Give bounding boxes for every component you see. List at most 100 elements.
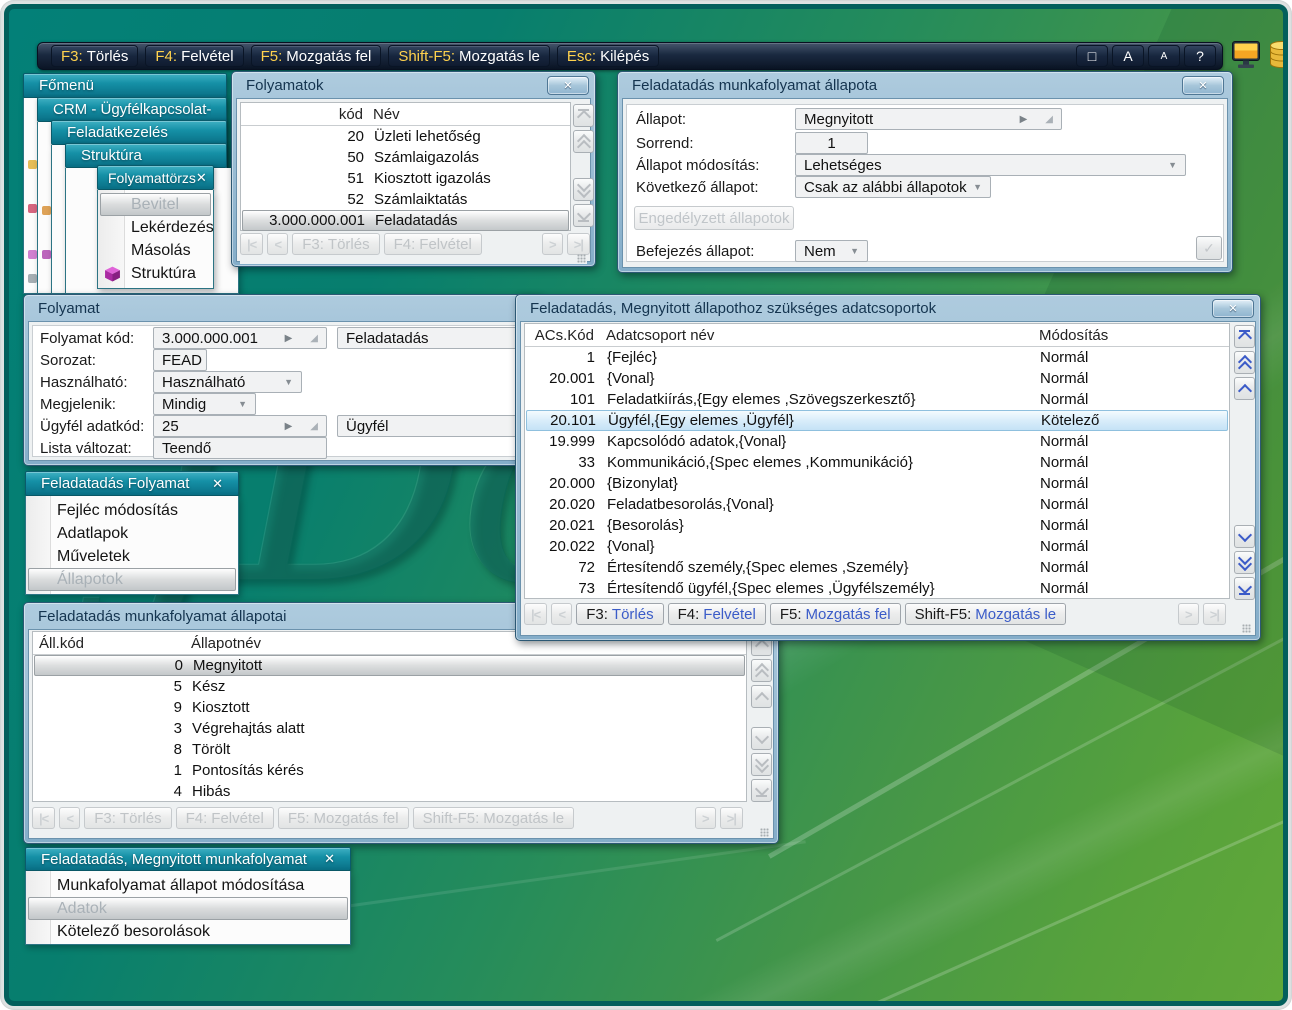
scroll-up-button[interactable]	[751, 685, 772, 708]
confirm-check-button[interactable]: ✓	[1196, 236, 1222, 260]
dropdown-allapot-modositas[interactable]: Lehetséges ▼	[795, 154, 1186, 176]
help-icon[interactable]: ?	[1184, 45, 1216, 67]
field-folyamat-kod[interactable]: 3.000.000.001 ▶ ◢	[153, 327, 327, 349]
menu-item[interactable]: Adatok	[28, 897, 348, 920]
next-record-button[interactable]: >	[1178, 603, 1199, 625]
table-row[interactable]: 19.999 Kapcsolódó adatok,{Vonal} Normál	[525, 431, 1229, 452]
prev-record-button[interactable]: <	[59, 807, 80, 829]
maximize-icon[interactable]: □	[1076, 45, 1108, 67]
field-folyamat-nev[interactable]: Feladatadás	[337, 327, 532, 349]
close-icon[interactable]: ✕	[324, 851, 335, 867]
pager-action-button[interactable]: F5:Mozgatás fel	[770, 603, 901, 625]
table-row[interactable]: 20.021 {Besorolás} Normál	[525, 515, 1229, 536]
menu-item[interactable]: Munkafolyamat állapot módosítása	[28, 874, 348, 897]
table-row[interactable]: 20.000 {Bizonylat} Normál	[525, 473, 1229, 494]
pager-action-button[interactable]: Shift-F5:Mozgatás le	[413, 807, 575, 829]
field-lista-valtozat[interactable]: Teendő	[153, 437, 327, 459]
table-row[interactable]: 52 Számlaiktatás	[241, 189, 570, 210]
table-row[interactable]: 50 Számlaigazolás	[241, 147, 570, 168]
menu-item[interactable]: Lekérdezés	[100, 216, 211, 239]
table-row[interactable]: 3.000.000.001 Feladatadás	[242, 210, 569, 231]
first-record-button[interactable]: |<	[32, 807, 55, 829]
table-row[interactable]: 5 Kész	[33, 676, 746, 697]
menu-item[interactable]: Kötelező besorolások	[28, 920, 348, 943]
resize-grip[interactable]	[760, 828, 769, 837]
shortcut-button[interactable]: Esc: Kilépés	[557, 45, 659, 67]
menu-titlebar-megnyitott-munkafolyamat[interactable]: Feladatadás, Megnyitott munkafolyamat ✕	[25, 847, 351, 871]
close-icon[interactable]: ✕	[1182, 76, 1224, 95]
menu-titlebar-crm[interactable]: CRM - Ügyfélkapcsolat-kezelé	[37, 97, 227, 122]
menu-item[interactable]: Fejléc módosítás	[28, 499, 236, 522]
window-titlebar[interactable]: Feladatadás munkafolyamat állapota	[618, 72, 1232, 98]
window-titlebar[interactable]: Folyamat	[24, 295, 540, 321]
scroll-bottom-button[interactable]	[573, 204, 594, 227]
table-row[interactable]: 0 Megnyitott	[34, 655, 745, 676]
table-row[interactable]: 72 Értesítendő személy,{Spec elemes ,Sze…	[525, 557, 1229, 578]
dropdown-hasznalhato[interactable]: Használható ▼	[153, 371, 302, 393]
lookup-arrow-icon[interactable]: ▶	[285, 421, 293, 432]
monitor-icon[interactable]	[1231, 40, 1261, 69]
font-decrease-icon[interactable]: A	[1148, 45, 1180, 67]
last-record-button[interactable]: >|	[567, 233, 590, 255]
lookup-arrow-icon[interactable]: ▶	[285, 333, 293, 344]
menu-item[interactable]: Állapotok	[28, 568, 236, 591]
scroll-top-button[interactable]	[573, 104, 594, 127]
table-row[interactable]: 73 Értesítendő ügyfél,{Spec elemes ,Ügyf…	[525, 578, 1229, 599]
scroll-page-down-button[interactable]	[1234, 551, 1255, 574]
field-ugyfel-adatkod[interactable]: 25 ▶ ◢	[153, 415, 327, 437]
next-record-button[interactable]: >	[542, 233, 563, 255]
resize-grip[interactable]	[1242, 624, 1251, 633]
lookup-arrow-icon[interactable]: ▶	[1020, 114, 1028, 125]
table-row[interactable]: 4 Hibás	[33, 781, 746, 802]
pager-action-button[interactable]: F3:Törlés	[576, 603, 663, 625]
scroll-up-button[interactable]	[1234, 377, 1255, 400]
window-titlebar[interactable]: Feladatadás, Megnyitott állapothoz szüks…	[516, 295, 1260, 321]
scroll-down-button[interactable]	[751, 727, 772, 750]
table-row[interactable]: 20.101 Ügyfél,{Egy elemes ,Ügyfél} Kötel…	[526, 410, 1228, 431]
table-row[interactable]: 33 Kommunikáció,{Spec elemes ,Kommunikác…	[525, 452, 1229, 473]
pager-action-button[interactable]: F3:Törlés	[84, 807, 171, 829]
scroll-bottom-button[interactable]	[1234, 577, 1255, 600]
first-record-button[interactable]: |<	[240, 233, 263, 255]
shortcut-button[interactable]: F4: Felvétel	[145, 45, 243, 67]
pager-action-button[interactable]: F4:Felvétel	[668, 603, 766, 625]
scroll-page-up-button[interactable]	[1234, 351, 1255, 374]
table-row[interactable]: 20 Üzleti lehetőség	[241, 126, 570, 147]
menu-titlebar-fomenu[interactable]: Főmenü	[23, 73, 227, 98]
menu-item[interactable]: Műveletek	[28, 545, 236, 568]
field-ugyfel-nev[interactable]: Ügyfél	[337, 415, 532, 437]
last-record-button[interactable]: >|	[720, 807, 743, 829]
engedelyezett-allapotok-button[interactable]: Engedélyzett állapotok	[634, 206, 794, 230]
resize-grip[interactable]	[577, 254, 586, 263]
close-icon[interactable]: ✕	[547, 76, 589, 95]
pager-action-button[interactable]: F3:Törlés	[292, 233, 379, 255]
scroll-page-down-button[interactable]	[751, 753, 772, 776]
scroll-top-button[interactable]	[1234, 325, 1255, 348]
menu-titlebar-folyamattorzs[interactable]: Folyamattörzs ✕	[97, 165, 214, 190]
shortcut-button[interactable]: F3: Törlés	[51, 45, 138, 67]
table-row[interactable]: 1 {Fejléc} Normál	[525, 347, 1229, 368]
dropdown-kovetkezo-allapot[interactable]: Csak az alábbi állapotok ▼	[795, 176, 991, 198]
menu-item[interactable]: Bevitel	[100, 193, 211, 216]
close-icon[interactable]: ✕	[196, 170, 207, 186]
scroll-bottom-button[interactable]	[751, 779, 772, 802]
table-row[interactable]: 8 Törölt	[33, 739, 746, 760]
table-row[interactable]: 51 Kiosztott igazolás	[241, 168, 570, 189]
last-record-button[interactable]: >|	[1203, 603, 1226, 625]
table-row[interactable]: 101 Feladatkiírás,{Egy elemes ,Szövegsze…	[525, 389, 1229, 410]
dropdown-megjelenik[interactable]: Mindig ▼	[153, 393, 256, 415]
field-sorrend[interactable]: 1	[795, 132, 868, 154]
table-row[interactable]: 9 Kiosztott	[33, 697, 746, 718]
table-row[interactable]: 20.001 {Vonal} Normál	[525, 368, 1229, 389]
prev-record-button[interactable]: <	[267, 233, 288, 255]
close-icon[interactable]: ✕	[1212, 299, 1254, 318]
scroll-down-button[interactable]	[1234, 525, 1255, 548]
close-icon[interactable]: ✕	[212, 476, 223, 492]
scroll-page-up-button[interactable]	[573, 130, 594, 153]
menu-item[interactable]: Másolás	[100, 239, 211, 262]
dropdown-befejezes-allapot[interactable]: Nem ▼	[795, 240, 868, 262]
menu-titlebar-feladatadas-folyamat[interactable]: Feladatadás Folyamat ✕	[25, 471, 239, 496]
pager-action-button[interactable]: F4:Felvétel	[384, 233, 482, 255]
table-row[interactable]: 20.020 Feladatbesorolás,{Vonal} Normál	[525, 494, 1229, 515]
next-record-button[interactable]: >	[695, 807, 716, 829]
